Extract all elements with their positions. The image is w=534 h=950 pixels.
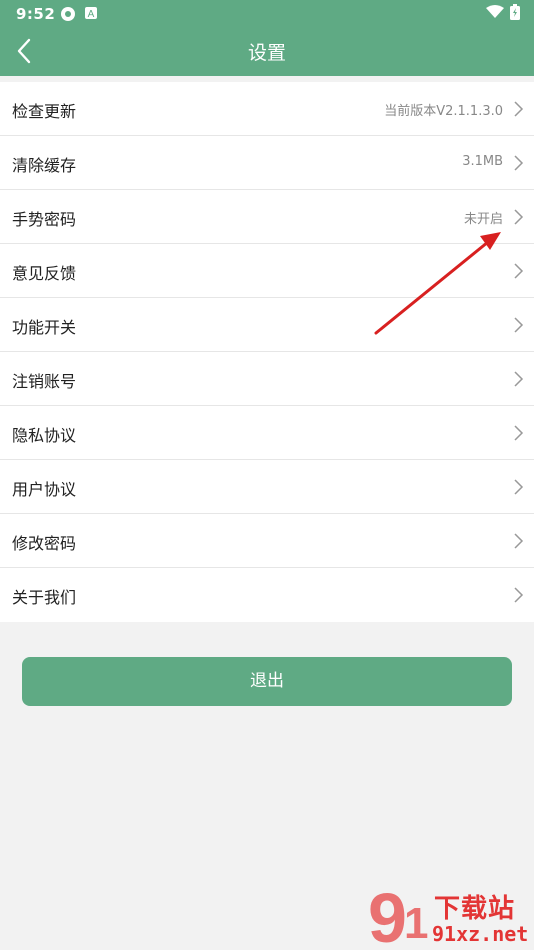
top-app-bar: 9:52 A 设置	[0, 0, 534, 76]
chevron-right-icon	[514, 587, 524, 603]
settings-app-icon	[61, 7, 75, 21]
chevron-right-icon	[514, 425, 524, 441]
status-time: 9:52	[16, 5, 56, 23]
watermark-url: 91xz.net	[432, 922, 529, 946]
svg-text:A: A	[88, 9, 95, 20]
logout-button[interactable]: 退出	[22, 657, 512, 706]
svg-text:1: 1	[404, 899, 428, 948]
wifi-icon	[486, 5, 504, 18]
settings-row-label: 关于我们	[12, 588, 77, 607]
settings-row-label: 修改密码	[12, 534, 77, 553]
battery-icon	[510, 4, 520, 20]
settings-row-label: 手势密码	[12, 210, 77, 229]
settings-row-label: 隐私协议	[12, 426, 77, 445]
version-value: 当前版本V2.1.1.3.0	[384, 104, 503, 119]
settings-row-feedback[interactable]: 意见反馈	[0, 244, 534, 298]
settings-row-label: 清除缓存	[12, 156, 77, 175]
settings-row-about-us[interactable]: 关于我们	[0, 568, 534, 622]
settings-list: 检查更新 当前版本V2.1.1.3.0 清除缓存 3.1MB 手势密码 未开启 …	[0, 82, 534, 622]
status-system-icons	[486, 4, 520, 20]
settings-row-gesture-password[interactable]: 手势密码 未开启	[0, 190, 534, 244]
gesture-status-value: 未开启	[463, 212, 503, 227]
svg-text:9: 9	[368, 879, 407, 950]
chevron-right-icon	[514, 155, 524, 171]
settings-row-user-agreement[interactable]: 用户协议	[0, 460, 534, 514]
font-app-icon: A	[85, 7, 97, 20]
settings-row-privacy-policy[interactable]: 隐私协议	[0, 406, 534, 460]
chevron-right-icon	[514, 479, 524, 495]
settings-row-label: 功能开关	[12, 318, 77, 337]
settings-row-delete-account[interactable]: 注销账号	[0, 352, 534, 406]
chevron-right-icon	[514, 209, 524, 225]
chevron-right-icon	[514, 371, 524, 387]
chevron-right-icon	[514, 533, 524, 549]
chevron-right-icon	[514, 263, 524, 279]
settings-row-label: 用户协议	[12, 480, 77, 499]
settings-row-check-update[interactable]: 检查更新 当前版本V2.1.1.3.0	[0, 82, 534, 136]
chevron-right-icon	[514, 317, 524, 333]
watermark-brand: 下载站	[434, 894, 516, 924]
settings-row-label: 注销账号	[12, 372, 77, 391]
settings-row-change-password[interactable]: 修改密码	[0, 514, 534, 568]
settings-row-feature-switches[interactable]: 功能开关	[0, 298, 534, 352]
page-title: 设置	[247, 42, 286, 64]
settings-row-label: 意见反馈	[12, 264, 77, 283]
chevron-right-icon	[514, 101, 524, 117]
settings-row-label: 检查更新	[12, 102, 77, 121]
cache-size-value: 3.1MB	[462, 154, 503, 169]
status-bar: 9:52 A	[0, 0, 534, 28]
settings-row-clear-cache[interactable]: 清除缓存 3.1MB	[0, 136, 534, 190]
status-notification-icons: A	[60, 6, 98, 22]
